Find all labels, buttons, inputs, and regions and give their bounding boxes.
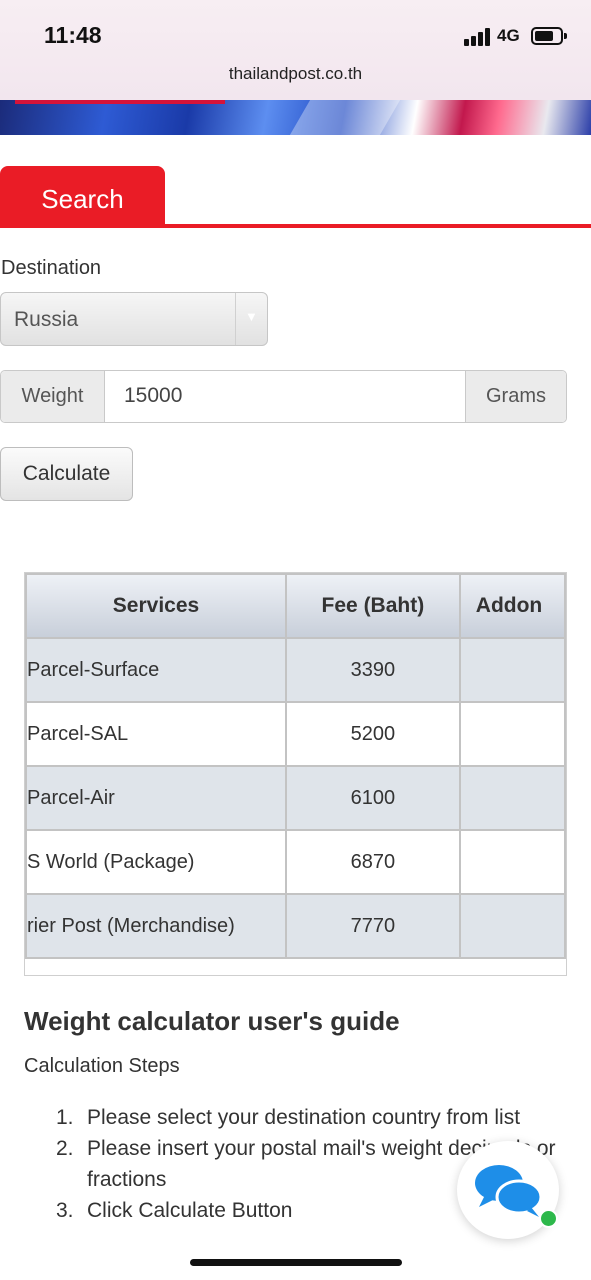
home-indicator[interactable]: [190, 1259, 402, 1266]
battery-icon: [531, 27, 567, 45]
chevron-down-icon: ▼: [245, 309, 258, 324]
chat-widget-button[interactable]: [457, 1141, 559, 1239]
dropdown-arrow: ▼: [235, 293, 267, 345]
table-row: rier Post (Merchandise) 7770: [25, 893, 566, 959]
table-row: Parcel-SAL 5200: [25, 701, 566, 767]
browser-top-bar: 11:48 4G thailandpost.co.th: [0, 0, 591, 100]
calculate-button[interactable]: Calculate: [0, 447, 133, 501]
addon-cell: [458, 893, 566, 959]
header-addon: Addon: [458, 573, 566, 639]
fee-cell: 6870: [285, 829, 461, 895]
service-cell: rier Post (Merchandise): [25, 893, 287, 959]
status-time: 11:48: [44, 22, 102, 48]
fee-cell: 7770: [285, 893, 461, 959]
service-cell: Parcel-Air: [25, 765, 287, 831]
tab-underline: [0, 224, 591, 228]
destination-select[interactable]: Russia ▼: [0, 292, 268, 346]
results-table-container[interactable]: Services Fee (Baht) Addon Parcel-Surface…: [24, 572, 567, 976]
addon-cell: [458, 701, 566, 767]
fee-cell: 3390: [285, 637, 461, 703]
results-table: Services Fee (Baht) Addon Parcel-Surface…: [25, 573, 566, 959]
weight-unit: Grams: [465, 371, 566, 422]
weight-input[interactable]: 15000: [124, 384, 182, 408]
table-row: S World (Package) 6870: [25, 829, 566, 895]
fee-cell: 6100: [285, 765, 461, 831]
destination-label: Destination: [1, 257, 102, 279]
header-services: Services: [25, 573, 287, 639]
cellular-signal-icon: [464, 28, 490, 46]
network-type: 4G: [497, 26, 520, 45]
weight-input-group: Weight 15000 Grams: [0, 370, 567, 423]
table-row: Parcel-Air 6100: [25, 765, 566, 831]
list-item: 1. Please select your destination country…: [56, 1106, 521, 1129]
guide-title: Weight calculator user's guide: [24, 1006, 400, 1036]
service-cell: Parcel-SAL: [25, 701, 287, 767]
addon-cell: [458, 637, 566, 703]
fee-cell: 5200: [285, 701, 461, 767]
tab-search[interactable]: Search: [0, 166, 165, 226]
table-row: Parcel-Surface 3390: [25, 637, 566, 703]
header-banner-image: [0, 100, 591, 135]
service-cell: S World (Package): [25, 829, 287, 895]
online-status-dot: [539, 1209, 558, 1228]
addon-cell: [458, 765, 566, 831]
address-bar-url[interactable]: thailandpost.co.th: [0, 64, 591, 84]
guide-subtitle: Calculation Steps: [24, 1055, 180, 1077]
header-fee: Fee (Baht): [285, 573, 461, 639]
destination-selected-value: Russia: [14, 308, 79, 331]
addon-cell: [458, 829, 566, 895]
service-cell: Parcel-Surface: [25, 637, 287, 703]
weight-label: Weight: [1, 371, 105, 422]
